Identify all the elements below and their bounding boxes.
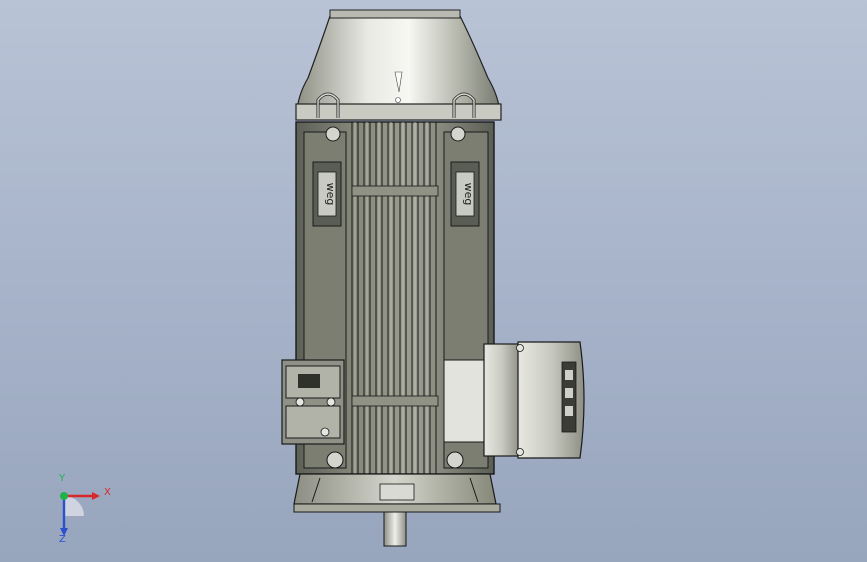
nameplate-right: weg xyxy=(450,161,480,227)
terminal-box-left[interactable] xyxy=(281,359,345,445)
z-axis-label: Z xyxy=(59,534,66,545)
motor-model[interactable]: weg weg xyxy=(0,0,867,562)
3d-viewport[interactable]: weg weg X Y Z xyxy=(0,0,867,562)
x-axis-label: X xyxy=(104,487,111,498)
fan-cover[interactable] xyxy=(295,9,502,121)
y-axis-dot xyxy=(60,492,68,500)
mounting-flange[interactable] xyxy=(293,473,501,513)
nameplate-left: weg xyxy=(312,161,342,227)
nameplate-right-text: weg xyxy=(462,183,475,206)
nameplate-left-text: weg xyxy=(324,183,337,206)
shaft[interactable] xyxy=(383,511,407,547)
orientation-triad: X Y Z xyxy=(40,473,120,548)
y-axis-label: Y xyxy=(59,473,66,484)
